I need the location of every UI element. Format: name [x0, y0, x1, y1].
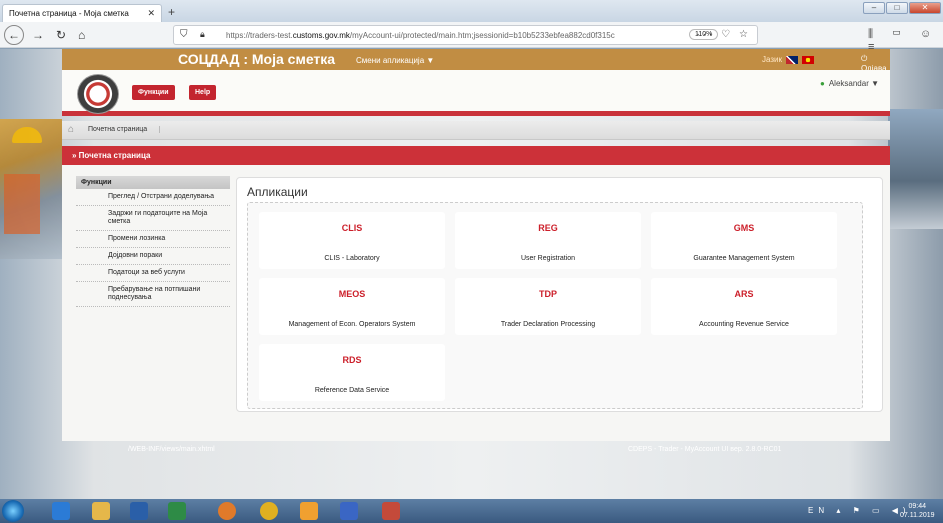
app-code: MEOS	[338, 289, 366, 299]
uk-flag-icon[interactable]	[786, 55, 799, 64]
page: СОЦДАД : Моја сметка Смени апликација ▼ …	[0, 49, 943, 499]
shield-icon[interactable]: ⛉	[180, 29, 188, 40]
language-selector[interactable]: Јазик	[762, 55, 815, 64]
sidebar-item-keep-account-data[interactable]: Задржи ги податоците на Моја сметка	[76, 206, 230, 231]
sidebar-item-assignments[interactable]: Преглед / Отстрани доделувања	[76, 189, 230, 206]
sidebar-header: Функции	[76, 176, 230, 189]
app-name: CLIS - Laboratory	[324, 255, 380, 262]
minimize-icon[interactable]: –	[863, 2, 885, 14]
sidebar-item-web-services[interactable]: Податоци за веб услуги	[76, 265, 230, 282]
clock-date: 07.11.2019	[900, 512, 935, 519]
browser-tab[interactable]: Почетна страница - Моја сметка ✕	[2, 4, 162, 22]
app-name: Reference Data Service	[314, 387, 390, 394]
user-name: Aleksandar ▼	[828, 79, 880, 88]
panel-title: Апликации	[247, 185, 308, 199]
windows-taskbar: EN ▴ ⚑ ▭ ◀) 09:44 07.11.2019	[0, 499, 943, 523]
excel-icon[interactable]	[168, 502, 186, 520]
sidebar-item-signed-submissions[interactable]: Пребарување на потпишани поднесувања	[76, 282, 230, 307]
user-menu[interactable]: ● Aleksandar ▼	[820, 79, 879, 88]
footer-path: /WEB-INF/views/main.xhtml	[128, 446, 215, 453]
port-photo	[888, 109, 943, 229]
sidebar-item-incoming-messages[interactable]: Дојдовни пораки	[76, 248, 230, 265]
app-card-meos[interactable]: MEOS Management of Econ. Operators Syste…	[259, 278, 445, 335]
page-actions-icons[interactable]: ··· ♡ ☆	[697, 29, 751, 40]
language-label: Јазик	[762, 55, 782, 64]
app-name: Accounting Revenue Service	[699, 321, 789, 328]
lock-icon[interactable]: 🔒︎	[200, 29, 205, 40]
app-code: TDP	[539, 289, 557, 299]
app-top-bar: СОЦДАД : Моја сметка Смени апликација ▼ …	[62, 49, 890, 73]
app-name: User Registration	[520, 255, 576, 262]
chrome-icon[interactable]	[260, 502, 278, 520]
tab-close-icon[interactable]: ✕	[147, 8, 155, 19]
maximize-icon[interactable]: □	[886, 2, 908, 14]
functions-button[interactable]: Функции	[132, 85, 175, 100]
app-code: GMS	[733, 223, 755, 233]
browser-tab-title: Почетна страница - Моја сметка	[9, 9, 129, 18]
breadcrumb: ⌂ Почетна страница	[62, 121, 890, 140]
app-card-clis[interactable]: CLIS CLIS - Laboratory	[259, 212, 445, 269]
ie-icon[interactable]	[52, 502, 70, 520]
word-icon[interactable]	[340, 502, 358, 520]
footer-version: CDEPS - Trader - MyAccount UI вер. 2.8.0…	[628, 446, 782, 453]
sidebar-item-change-password[interactable]: Промени лозинка	[76, 231, 230, 248]
app-code: REG	[538, 223, 558, 233]
main-content: Функции Преглед / Отстрани доделувања За…	[62, 165, 890, 441]
app-code: RDS	[342, 355, 362, 365]
reload-icon[interactable]: ↻	[56, 28, 66, 42]
new-tab-icon[interactable]: +	[168, 5, 175, 19]
url-text: https://traders-test.customs.gov.mk/myAc…	[226, 31, 615, 40]
tray-language[interactable]: EN	[808, 506, 829, 515]
app-card-gms[interactable]: GMS Guarantee Management System	[651, 212, 837, 269]
address-bar[interactable]: ⛉ 🔒︎ https://traders-test.customs.gov.mk…	[173, 25, 758, 45]
close-window-icon[interactable]: ✕	[909, 2, 941, 14]
app-header: Функции Help ● Aleksandar ▼	[62, 70, 890, 116]
app-card-tdp[interactable]: TDP Trader Declaration Processing	[455, 278, 641, 335]
window-controls: – □ ✕	[863, 2, 941, 14]
breadcrumb-item[interactable]: Почетна страница	[88, 126, 161, 133]
app-icon[interactable]	[382, 502, 400, 520]
app-code: ARS	[734, 289, 754, 299]
user-icon: ●	[820, 79, 825, 88]
customs-logo	[77, 74, 119, 114]
change-app-menu[interactable]: Смени апликација ▼	[356, 56, 434, 65]
paint-icon[interactable]	[300, 502, 318, 520]
sidebar: Функции Преглед / Отстрани доделувања За…	[76, 176, 230, 307]
app-name: Management of Econ. Operators System	[288, 321, 416, 328]
app-name: Guarantee Management System	[693, 255, 795, 262]
applications-panel: Апликации CLIS CLIS - Laboratory REG Use…	[236, 177, 883, 412]
app-title: СОЦДАД : Моја сметка	[178, 51, 336, 67]
browser-nav-bar: ← → ↻ ⌂ ⛉ 🔒︎ https://traders-test.custom…	[0, 22, 943, 48]
breadcrumb-home-icon[interactable]: ⌂	[68, 124, 74, 135]
page-footer: /WEB-INF/views/main.xhtml CDEPS - Trader…	[62, 441, 890, 461]
back-icon[interactable]: ←	[4, 25, 24, 45]
app-name: Trader Declaration Processing	[500, 321, 596, 328]
firefox-icon[interactable]	[218, 502, 236, 520]
section-title: » Почетна страница	[62, 146, 890, 165]
help-button[interactable]: Help	[189, 85, 217, 100]
home-icon[interactable]: ⌂	[78, 28, 85, 42]
mk-flag-icon[interactable]	[802, 55, 815, 64]
system-tray[interactable]: EN ▴ ⚑ ▭ ◀)	[808, 506, 911, 515]
media-icon[interactable]	[130, 502, 148, 520]
clock[interactable]: 09:44 07.11.2019	[900, 502, 935, 520]
browser-tab-bar: Почетна страница - Моја сметка ✕ + – □ ✕	[0, 0, 943, 22]
explorer-icon[interactable]	[92, 502, 110, 520]
clock-time: 09:44	[908, 503, 927, 510]
forward-icon[interactable]: →	[32, 28, 44, 42]
app-code: CLIS	[341, 223, 363, 233]
app-card-rds[interactable]: RDS Reference Data Service	[259, 344, 445, 401]
start-button-icon[interactable]	[2, 500, 24, 522]
applications-grid: CLIS CLIS - Laboratory REG User Registra…	[247, 202, 863, 409]
app-card-ars[interactable]: ARS Accounting Revenue Service	[651, 278, 837, 335]
app-card-reg[interactable]: REG User Registration	[455, 212, 641, 269]
worker-photo	[0, 119, 62, 259]
